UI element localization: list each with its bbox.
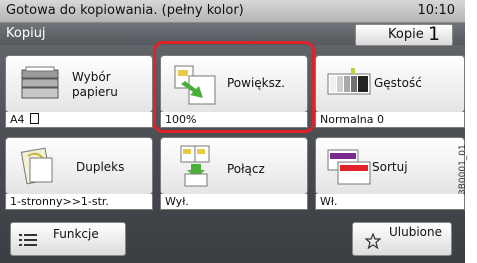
combine-icon bbox=[180, 145, 210, 187]
star-icon bbox=[365, 233, 381, 249]
density-value: Normalna 0 bbox=[315, 112, 465, 128]
favorites-label: Ulubione bbox=[389, 225, 443, 239]
paper-select-button[interactable]: Wybór papieru bbox=[5, 55, 153, 113]
collate-value: Wł. bbox=[315, 194, 465, 210]
duplex-label: Dupleks bbox=[76, 160, 125, 174]
duplex-value: 1-stronny>>1-str. bbox=[5, 194, 153, 210]
copies-label: Kopie bbox=[388, 27, 424, 42]
image-reference-code: 3B0001_01 bbox=[458, 144, 468, 195]
zoom-selection-highlight bbox=[153, 41, 315, 133]
combine-value: Wył. bbox=[160, 194, 308, 210]
density-icon bbox=[327, 68, 371, 95]
clock: 10:10 bbox=[417, 3, 455, 18]
collate-button[interactable]: Sortuj bbox=[315, 137, 465, 195]
duplex-icon bbox=[20, 147, 53, 185]
density-label: Gęstość bbox=[374, 76, 422, 90]
functions-label: Funkcje bbox=[53, 227, 99, 241]
paper-select-label: Wybór papieru bbox=[72, 70, 118, 99]
density-button[interactable]: Gęstość bbox=[315, 55, 465, 113]
paper-value-text: A4 bbox=[10, 113, 25, 126]
status-message: Gotowa do kopiowania. (pełny kolor) bbox=[6, 3, 244, 18]
status-bar: Gotowa do kopiowania. (pełny kolor) 10:1… bbox=[0, 0, 465, 23]
copies-value: 1 bbox=[428, 23, 441, 45]
collate-icon bbox=[327, 149, 371, 185]
copies-button[interactable]: Kopie 1 bbox=[355, 23, 453, 46]
combine-button[interactable]: Połącz bbox=[160, 137, 308, 195]
copy-screen: Gotowa do kopiowania. (pełny kolor) 10:1… bbox=[0, 0, 465, 263]
list-icon bbox=[19, 234, 37, 246]
paper-select-value: A4 bbox=[5, 112, 153, 128]
page-title: Kopiuj bbox=[6, 26, 46, 41]
favorites-button[interactable]: Ulubione bbox=[352, 222, 452, 256]
duplex-button[interactable]: Dupleks bbox=[5, 137, 153, 195]
functions-button[interactable]: Funkcje bbox=[10, 222, 126, 256]
paper-tray-icon bbox=[21, 66, 59, 99]
combine-label: Połącz bbox=[227, 162, 265, 176]
collate-label: Sortuj bbox=[372, 160, 408, 174]
portrait-page-icon bbox=[30, 113, 40, 124]
